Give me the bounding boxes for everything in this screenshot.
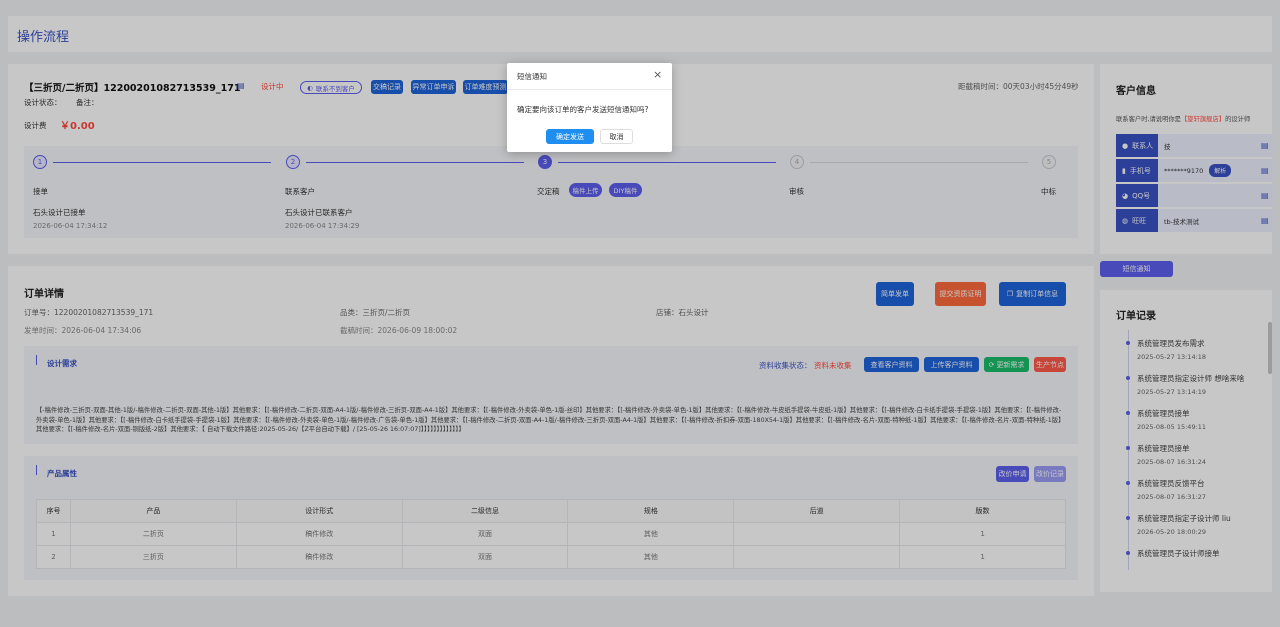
sms-dialog: 短信通知 × 确定要向该订单的客户发送短信通知吗? 确定发送 取消	[507, 63, 672, 152]
dialog-divider	[507, 89, 672, 90]
close-icon[interactable]: ×	[653, 68, 662, 81]
confirm-send-button[interactable]: 确定发送	[546, 129, 594, 144]
dialog-title: 短信通知	[517, 72, 547, 81]
dialog-message: 确定要向该订单的客户发送短信通知吗?	[517, 105, 649, 114]
cancel-button[interactable]: 取消	[600, 129, 633, 144]
